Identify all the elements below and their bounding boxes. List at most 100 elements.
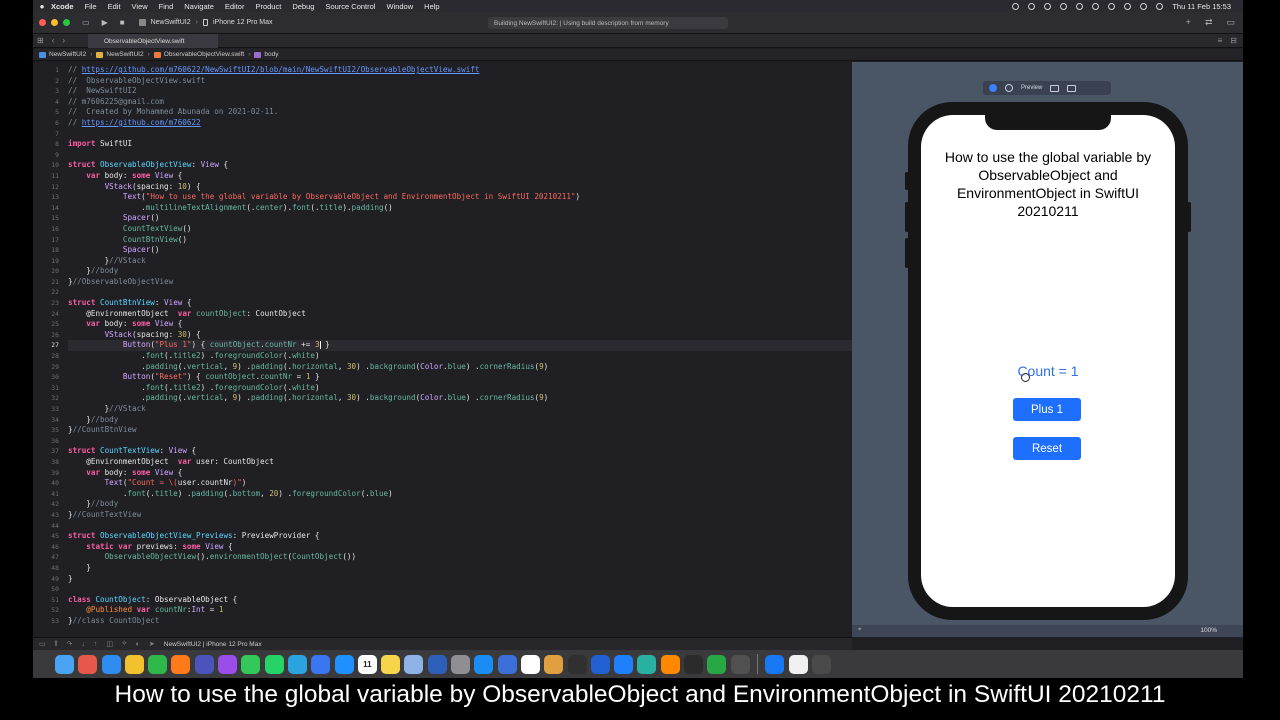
- dock-chrome-icon[interactable]: [124, 654, 144, 674]
- run-icon[interactable]: ▶: [102, 18, 108, 27]
- dock-photos-icon[interactable]: [544, 654, 564, 674]
- breadcrumb-project[interactable]: NewSwiftUI2: [49, 51, 86, 58]
- live-preview-icon[interactable]: [989, 84, 997, 92]
- dock-calendar-icon[interactable]: 11: [357, 654, 377, 674]
- screen-record-icon[interactable]: [1012, 2, 1020, 10]
- duplicate-preview-icon[interactable]: [1067, 84, 1077, 92]
- dock-app-store-icon[interactable]: [474, 654, 494, 674]
- source-editor[interactable]: 1 2 3 4 5 6 7 8 9 10 11 12 13 14 15 16 17 18 19 20 21 22 23 24 2…: [33, 62, 852, 637]
- dock-whatsapp-icon[interactable]: [264, 654, 284, 674]
- dock-teams-icon[interactable]: [194, 654, 214, 674]
- code-review-icon[interactable]: ⇄: [1205, 17, 1213, 28]
- menu-help[interactable]: Help: [424, 2, 439, 11]
- menu-edit[interactable]: Edit: [108, 2, 121, 11]
- dock-help-icon[interactable]: [730, 654, 750, 674]
- pause-icon[interactable]: ‖: [55, 641, 58, 648]
- minimize-window-button[interactable]: [51, 19, 58, 26]
- menu-file[interactable]: File: [85, 2, 97, 11]
- device-settings-icon[interactable]: [1050, 84, 1060, 92]
- back-icon[interactable]: ‹: [52, 36, 55, 45]
- memory-graph-icon[interactable]: ⟡: [122, 640, 127, 648]
- code-line: }//body: [68, 499, 119, 509]
- stop-icon[interactable]: ■: [120, 18, 125, 27]
- dock-facetime-icon[interactable]: [148, 654, 168, 674]
- dock-vlc-icon[interactable]: [660, 654, 680, 674]
- plus-one-button[interactable]: Plus 1: [1013, 398, 1081, 421]
- forward-icon[interactable]: ›: [62, 36, 65, 45]
- battery-icon[interactable]: [1092, 2, 1100, 10]
- breadcrumb-symbol[interactable]: body: [264, 51, 278, 58]
- dock-app-store-alt-icon[interactable]: [334, 654, 354, 674]
- menu-product[interactable]: Product: [255, 2, 281, 11]
- dock-obs-icon[interactable]: [567, 654, 587, 674]
- dock-preview-icon[interactable]: [404, 654, 424, 674]
- step-in-icon[interactable]: ↓: [81, 641, 85, 648]
- zoom-level[interactable]: 100%: [1200, 627, 1217, 634]
- dock-notes-icon[interactable]: [381, 654, 401, 674]
- flag-icon[interactable]: [1060, 2, 1068, 10]
- menu-find[interactable]: Find: [159, 2, 174, 11]
- dock-network-icon[interactable]: [637, 654, 657, 674]
- dock-compass-icon[interactable]: [520, 654, 540, 674]
- dock-textedit-icon[interactable]: [788, 654, 808, 674]
- menu-xcode[interactable]: Xcode: [51, 2, 74, 11]
- dock-vpn-icon[interactable]: [590, 654, 610, 674]
- wifi-icon[interactable]: [1108, 2, 1116, 10]
- step-over-icon[interactable]: ↷: [67, 640, 73, 648]
- navigator-toggle-icon[interactable]: ▭: [82, 18, 90, 27]
- dock-launchpad-icon[interactable]: [78, 654, 98, 674]
- menu-clock[interactable]: Thu 11 Feb 15:53: [1172, 2, 1231, 11]
- zoom-window-button[interactable]: [63, 19, 70, 26]
- breadcrumb-folder[interactable]: NewSwiftUI2: [106, 51, 143, 58]
- hide-debug-icon[interactable]: ▭: [39, 640, 46, 648]
- dock-simulator-icon[interactable]: [497, 654, 517, 674]
- editor-options-icon[interactable]: ≡: [1218, 36, 1223, 45]
- environment-overrides-icon[interactable]: ◐: [136, 641, 140, 648]
- location-icon[interactable]: ➤: [149, 640, 155, 648]
- menu-source-control[interactable]: Source Control: [325, 2, 375, 11]
- dock-finder-icon[interactable]: [55, 654, 74, 674]
- apple-menu-icon[interactable]: ●: [33, 2, 51, 11]
- moon-icon[interactable]: [1044, 2, 1052, 10]
- menu-view[interactable]: View: [132, 2, 148, 11]
- dock-system-preferences-icon[interactable]: [451, 654, 471, 674]
- tab-observable-object-view[interactable]: ObservableObjectView.swift: [88, 34, 218, 48]
- inspector-toggle-icon[interactable]: ▭: [1226, 17, 1235, 28]
- menu-window[interactable]: Window: [386, 2, 413, 11]
- debug-preview-icon[interactable]: [1005, 84, 1013, 92]
- dock-activity-monitor-icon[interactable]: [684, 654, 704, 674]
- control-center-icon[interactable]: [1140, 2, 1148, 10]
- pin-icon[interactable]: ⌖: [858, 626, 862, 634]
- menu-navigate[interactable]: Navigate: [184, 2, 214, 11]
- dock-firefox-icon[interactable]: [171, 654, 191, 674]
- dock-numbers-icon[interactable]: [707, 654, 727, 674]
- step-out-icon[interactable]: ↑: [94, 641, 98, 648]
- scheme-selector[interactable]: NewSwiftUI2 › iPhone 12 Pro Max: [138, 19, 273, 26]
- menu-editor[interactable]: Editor: [225, 2, 245, 11]
- tab-bar: ⊞ ‹ › ObservableObjectView.swift ≡ ⊟: [33, 34, 1243, 48]
- split-editor-icon[interactable]: ⊟: [1230, 36, 1237, 45]
- bluetooth-icon[interactable]: [1076, 2, 1084, 10]
- code-area[interactable]: // https://github.com/m760622/NewSwiftUI…: [68, 65, 852, 626]
- grid-icon[interactable]: ⊞: [37, 36, 44, 45]
- window-toolbar: ▭ ▶ ■ NewSwiftUI2 › iPhone 12 Pro Max Bu…: [33, 12, 1243, 34]
- dock-shazam-icon[interactable]: [614, 654, 634, 674]
- preview-button[interactable]: Preview: [1021, 85, 1042, 91]
- search-icon[interactable]: [1124, 2, 1132, 10]
- view-debugger-icon[interactable]: ◫: [106, 640, 113, 648]
- close-window-button[interactable]: [39, 19, 46, 26]
- dock-signal-icon[interactable]: [311, 654, 331, 674]
- reset-button[interactable]: Reset: [1013, 437, 1081, 460]
- breadcrumb-file[interactable]: ObservableObjectView.swift: [164, 51, 244, 58]
- dock-xcode-instruments-icon[interactable]: [427, 654, 447, 674]
- dock-telegram-icon[interactable]: [287, 654, 307, 674]
- menu-debug[interactable]: Debug: [292, 2, 314, 11]
- dock-simulator-2-icon[interactable]: [811, 654, 831, 674]
- dock-safari-icon[interactable]: [101, 654, 121, 674]
- dock-xcode-icon[interactable]: [765, 654, 785, 674]
- add-icon[interactable]: +: [1186, 17, 1191, 28]
- dock-podcasts-icon[interactable]: [218, 654, 238, 674]
- dock-messages-icon[interactable]: [241, 654, 261, 674]
- focus-icon[interactable]: [1028, 2, 1036, 10]
- siri-icon[interactable]: [1156, 2, 1164, 10]
